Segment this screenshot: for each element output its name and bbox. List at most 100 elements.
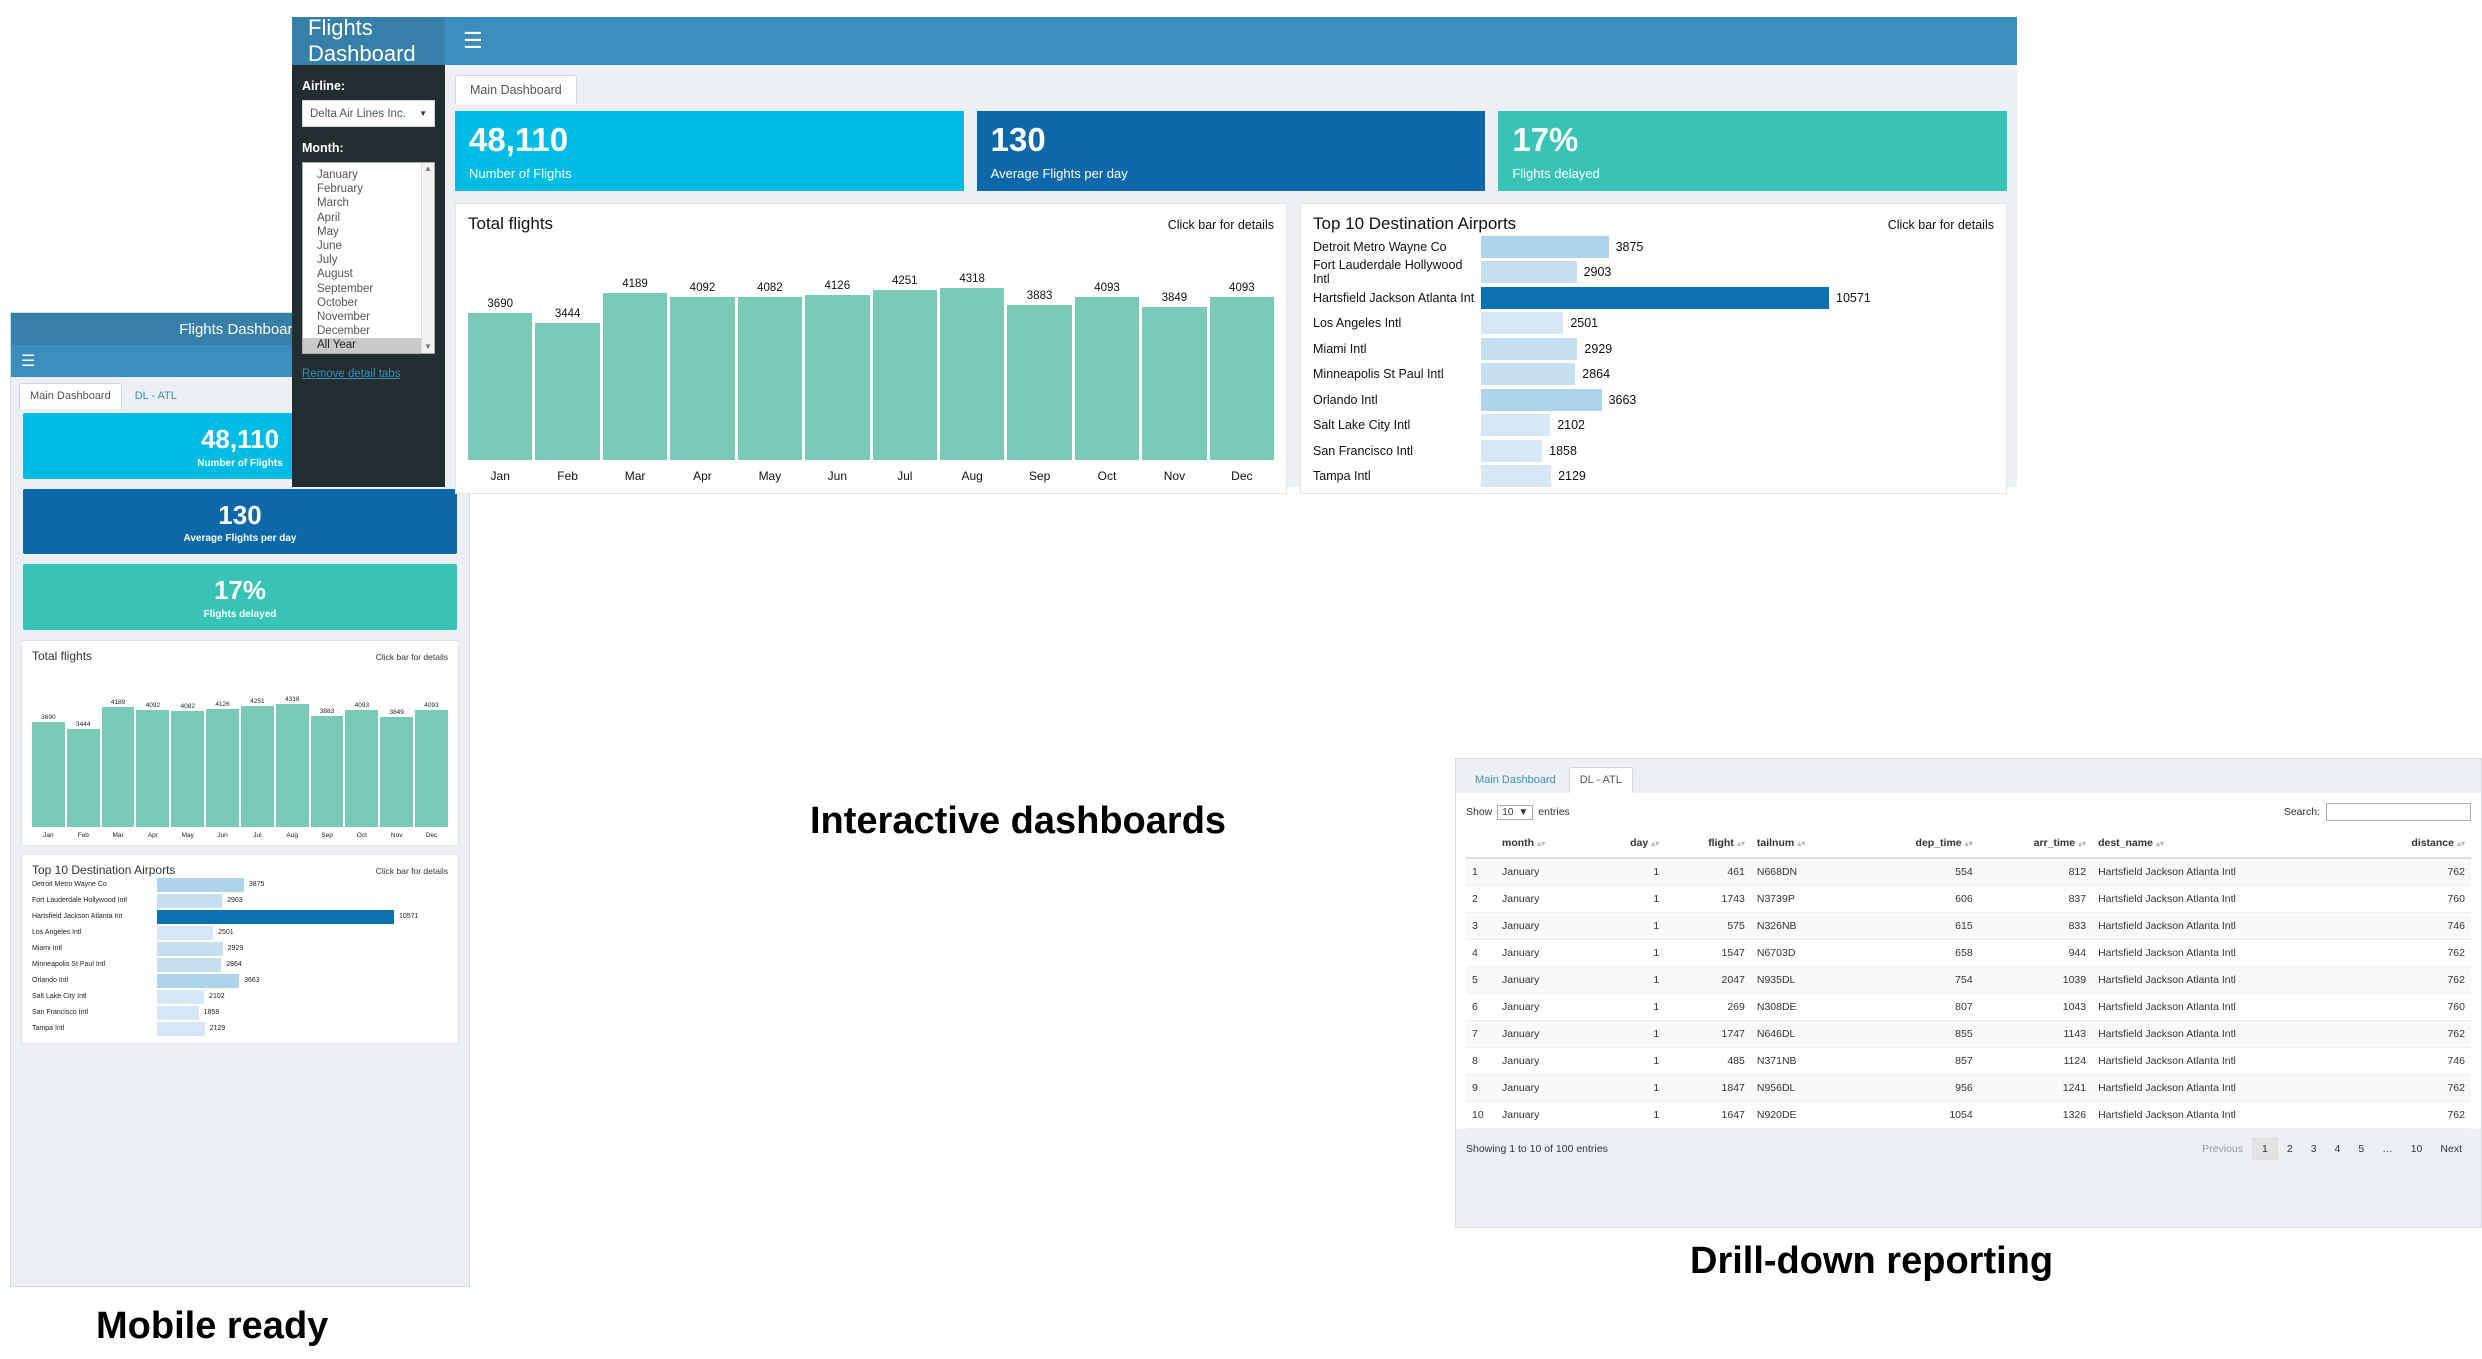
- table-column-header[interactable]: month ▴▾: [1496, 829, 1593, 859]
- month-option[interactable]: September: [303, 282, 421, 296]
- bar-column[interactable]: 4318: [939, 250, 1005, 460]
- month-option[interactable]: December: [303, 324, 421, 338]
- airport-bar-row[interactable]: Los Angeles Intl 2501: [32, 925, 448, 941]
- airport-bar-row[interactable]: Los Angeles Intl 2501: [1313, 311, 1994, 337]
- scroll-up-icon[interactable]: ▲: [424, 165, 432, 173]
- bar[interactable]: [737, 297, 803, 460]
- top-airports-bar-chart[interactable]: Detroit Metro Wayne Co 3875 Fort Lauderdal…: [1313, 234, 1994, 489]
- airport-bar-row[interactable]: Minneapolis St Paul Intl 2864: [1313, 362, 1994, 388]
- table-column-header[interactable]: flight ▴▾: [1665, 829, 1751, 859]
- bar[interactable]: [157, 989, 205, 1004]
- bar-column[interactable]: 4093: [1209, 250, 1275, 460]
- mobile-tab-dl-atl[interactable]: DL - ATL: [123, 383, 188, 409]
- bar[interactable]: [345, 710, 379, 827]
- airport-bar-row[interactable]: Tampa Intl 2129: [1313, 464, 1994, 490]
- pagination-page[interactable]: 10: [2402, 1139, 2432, 1159]
- drilldown-tab-dl-atl[interactable]: DL - ATL: [1568, 767, 1633, 793]
- airport-bar-row[interactable]: Orlando Intl 3663: [32, 973, 448, 989]
- pagination-page[interactable]: 4: [2326, 1139, 2350, 1159]
- bar[interactable]: [310, 716, 344, 827]
- bar-column[interactable]: 3444: [535, 250, 600, 460]
- bar[interactable]: [275, 703, 309, 827]
- bar-column[interactable]: 4189: [602, 250, 668, 460]
- bar[interactable]: [1481, 363, 1576, 386]
- table-row[interactable]: 10 January 1 1647 N920DE 1054 1326 Hartsfield J…: [1466, 1101, 2471, 1129]
- pagination-page[interactable]: 3: [2302, 1139, 2326, 1159]
- desktop-tab-main-dashboard[interactable]: Main Dashboard: [455, 75, 577, 104]
- table-column-header[interactable]: tailnum ▴▾: [1750, 829, 1858, 859]
- bar-column[interactable]: 4126: [805, 250, 870, 460]
- bar[interactable]: [939, 287, 1005, 460]
- bar[interactable]: [66, 728, 100, 827]
- bar[interactable]: [32, 721, 65, 827]
- hamburger-menu-icon[interactable]: ☰: [21, 351, 35, 371]
- bar-column[interactable]: 4189: [101, 677, 135, 827]
- bar-column[interactable]: 3849: [1142, 250, 1207, 460]
- hamburger-menu-icon[interactable]: ☰: [463, 28, 483, 54]
- bar[interactable]: [1142, 306, 1207, 460]
- month-option[interactable]: November: [303, 310, 421, 324]
- month-option[interactable]: May: [303, 225, 421, 239]
- bar[interactable]: [240, 705, 274, 827]
- bar[interactable]: [157, 909, 394, 924]
- bar[interactable]: [171, 710, 205, 827]
- bar[interactable]: [1481, 235, 1609, 258]
- bar[interactable]: [157, 877, 244, 892]
- month-option[interactable]: April: [303, 211, 421, 225]
- pagination-page[interactable]: 1: [2252, 1138, 2278, 1160]
- table-column-header[interactable]: dest_name ▴▾: [2092, 829, 2356, 859]
- airline-select[interactable]: Delta Air Lines Inc. ▼: [302, 100, 435, 127]
- airport-bar-row[interactable]: Hartsfield Jackson Atlanta Int 10571: [32, 909, 448, 925]
- bar-column[interactable]: 3849: [380, 677, 414, 827]
- bar-column[interactable]: 4318: [275, 677, 309, 827]
- month-option[interactable]: October: [303, 296, 421, 310]
- airport-bar-row[interactable]: Salt Lake City Intl 2102: [32, 989, 448, 1005]
- bar-column[interactable]: 3690: [468, 250, 533, 460]
- table-row[interactable]: 7 January 1 1747 N646DL 855 1143 Hartsfield Jac…: [1466, 1020, 2471, 1048]
- airport-bar-row[interactable]: Miami Intl 2929: [1313, 336, 1994, 362]
- bar[interactable]: [101, 707, 135, 827]
- bar[interactable]: [157, 1021, 205, 1036]
- month-list-scrollbar[interactable]: ▲ ▼: [421, 163, 434, 353]
- bar[interactable]: [805, 295, 870, 460]
- bar[interactable]: [157, 941, 223, 956]
- bar-column[interactable]: 4092: [136, 677, 170, 827]
- bar-column[interactable]: 4082: [737, 250, 803, 460]
- airport-bar-row[interactable]: San Francisco Intl 1858: [32, 1005, 448, 1021]
- bar[interactable]: [206, 709, 239, 827]
- month-option[interactable]: January: [303, 168, 421, 182]
- bar[interactable]: [380, 717, 414, 827]
- remove-detail-tabs-link[interactable]: Remove detail tabs: [302, 368, 435, 380]
- table-column-header[interactable]: distance ▴▾: [2355, 829, 2471, 859]
- pagination-next[interactable]: Next: [2431, 1139, 2471, 1159]
- table-row[interactable]: 5 January 1 2047 N935DL 754 1039 Hartsfield Jac…: [1466, 966, 2471, 994]
- month-option[interactable]: August: [303, 267, 421, 281]
- bar-column[interactable]: 3883: [310, 677, 344, 827]
- table-column-header[interactable]: day ▴▾: [1592, 829, 1666, 859]
- month-option[interactable]: February: [303, 182, 421, 196]
- table-row[interactable]: 6 January 1 269 N308DE 807 1043 Hartsfield Jack…: [1466, 993, 2471, 1021]
- airport-bar-row[interactable]: Detroit Metro Wayne Co 3875: [1313, 234, 1994, 260]
- table-row[interactable]: 3 January 1 575 N326NB 615 833 Hartsfield Jacks…: [1466, 912, 2471, 940]
- airport-bar-row[interactable]: Miami Intl 2929: [32, 941, 448, 957]
- airport-bar-row[interactable]: Detroit Metro Wayne Co 3875: [32, 877, 448, 893]
- table-column-header[interactable]: arr_time ▴▾: [1978, 829, 2093, 859]
- bar[interactable]: [157, 893, 223, 908]
- pagination-page[interactable]: …: [2373, 1139, 2402, 1159]
- entries-per-page-select[interactable]: 10 ▼: [1497, 804, 1534, 820]
- bar-column[interactable]: 4093: [345, 677, 379, 827]
- table-row[interactable]: 9 January 1 1847 N956DL 956 1241 Hartsfield Jac…: [1466, 1074, 2471, 1102]
- bar[interactable]: [157, 925, 214, 940]
- month-option[interactable]: All Year: [303, 338, 421, 353]
- pagination-page[interactable]: 5: [2349, 1139, 2373, 1159]
- airport-bar-row[interactable]: Minneapolis St Paul Intl 2864: [32, 957, 448, 973]
- bar[interactable]: [602, 292, 668, 460]
- airport-bar-row[interactable]: San Francisco Intl 1858: [1313, 438, 1994, 464]
- bar[interactable]: [1481, 312, 1564, 335]
- table-row[interactable]: 4 January 1 1547 N6703D 658 944 Hartsfield Jack…: [1466, 939, 2471, 967]
- airport-bar-row[interactable]: Orlando Intl 3663: [1313, 387, 1994, 413]
- bar[interactable]: [1481, 439, 1543, 462]
- bar-column[interactable]: 4251: [872, 250, 937, 460]
- monthly-bar-chart[interactable]: 3690 3444 4189 4092 4082 4126 4251 4318 3883 4093…: [468, 250, 1275, 460]
- month-option[interactable]: June: [303, 239, 421, 253]
